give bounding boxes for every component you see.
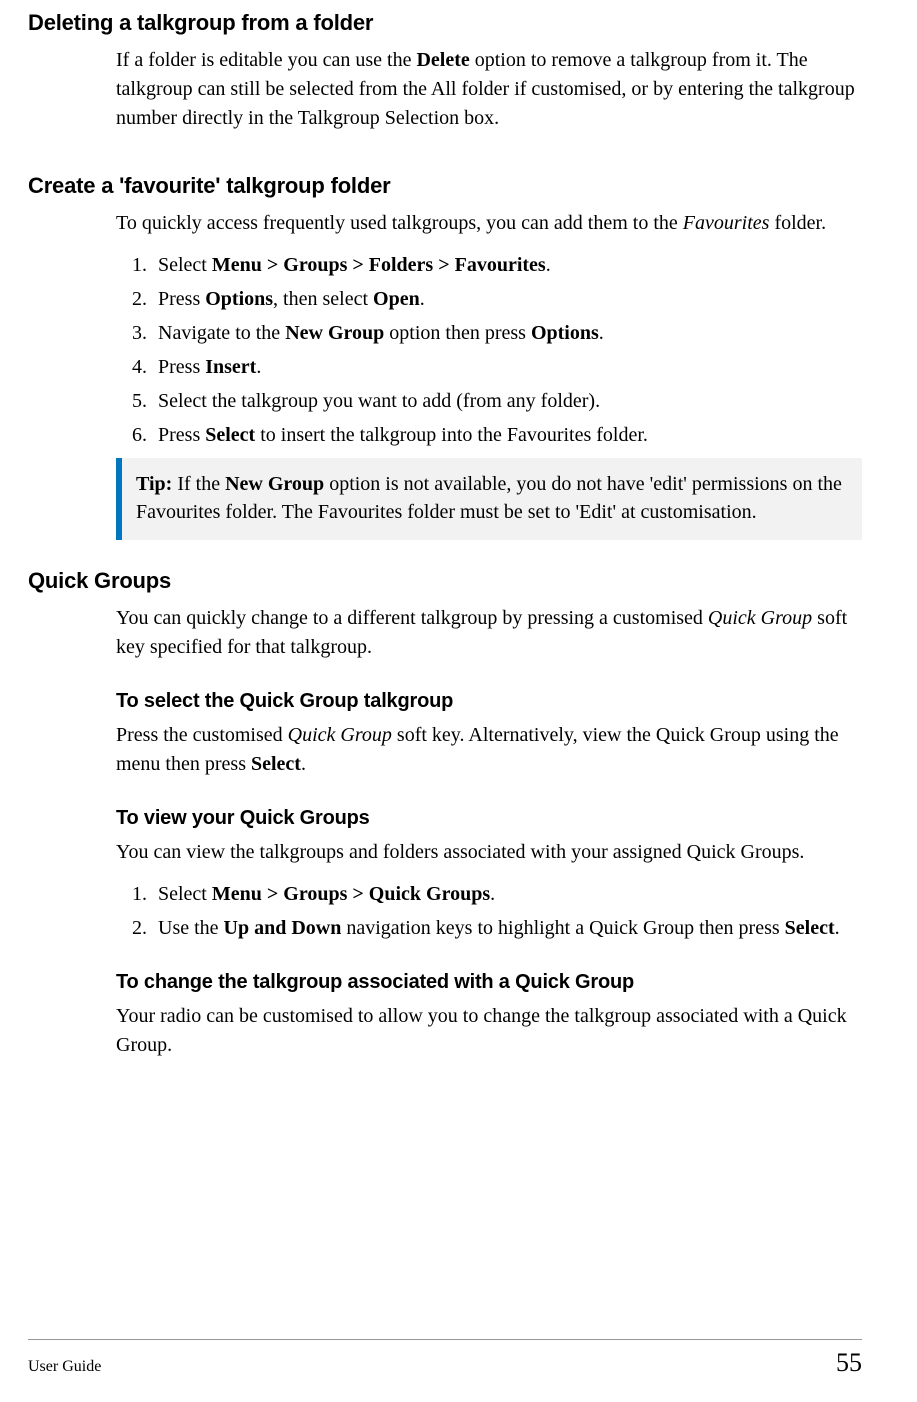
bold: Open [373,288,420,310]
text: . [301,753,306,775]
list-item: Select Menu > Groups > Quick Groups. [152,879,862,909]
list-item: Select the talkgroup you want to add (fr… [152,386,862,416]
page-footer: User Guide 55 [28,1339,862,1378]
bold: Select [785,917,835,939]
para-quick-intro: You can quickly change to a different ta… [116,604,862,662]
text: Press [158,356,205,378]
text: Press [158,424,205,446]
bold: New Group [285,322,384,344]
text: . [835,917,840,939]
text: You can view the talkgroups and folders … [116,841,804,863]
bold-delete: Delete [416,49,469,71]
list-favourite-steps: Select Menu > Groups > Folders > Favouri… [116,250,862,450]
para-select-quick: Press the customised Quick Group soft ke… [116,721,862,779]
list-view-quick-steps: Select Menu > Groups > Quick Groups. Use… [116,879,862,943]
text: Select [158,254,212,276]
text: , then select [273,288,373,310]
text: . [256,356,261,378]
bold: Menu > Groups > Quick Groups [212,883,490,905]
page-content: Deleting a talkgroup from a folder If a … [0,0,917,1060]
italic: Quick Group [288,724,392,746]
text: option then press [384,322,531,344]
bold: Menu > Groups > Folders > Favourites [212,254,546,276]
para-view-quick: You can view the talkgroups and folders … [116,838,862,867]
bold: Select [205,424,255,446]
footer-page-number: 55 [836,1348,862,1378]
subheading-select-quick: To select the Quick Group talkgroup [116,690,862,713]
bold: Up and Down [224,917,342,939]
list-item: Press Insert. [152,352,862,382]
text: To quickly access frequently used talkgr… [116,212,683,234]
subheading-change-quick: To change the talkgroup associated with … [116,971,862,994]
italic-quick-group: Quick Group [708,607,812,629]
list-item: Navigate to the New Group option then pr… [152,318,862,348]
text: Press [158,288,205,310]
text: If the [177,473,225,495]
text: folder. [769,212,826,234]
heading-quick-groups: Quick Groups [28,568,862,594]
text: . [420,288,425,310]
tip-box-favourite: Tip: If the New Group option is not avai… [116,458,862,540]
bold: Select [251,753,301,775]
text: Navigate to the [158,322,285,344]
heading-deleting: Deleting a talkgroup from a folder [28,10,862,36]
tip-label: Tip: [136,473,177,495]
text: . [490,883,495,905]
bold: New Group [225,473,324,495]
para-favourite-intro: To quickly access frequently used talkgr… [116,209,862,238]
text: navigation keys to highlight a Quick Gro… [341,917,784,939]
text: . [599,322,604,344]
footer-doc-title: User Guide [28,1358,101,1376]
para-deleting: If a folder is editable you can use the … [116,46,862,133]
text: . [546,254,551,276]
text: Press the customised [116,724,288,746]
list-item: Press Select to insert the talkgroup int… [152,420,862,450]
text: Use the [158,917,224,939]
list-item: Select Menu > Groups > Folders > Favouri… [152,250,862,280]
bold: Options [205,288,273,310]
text: You can quickly change to a different ta… [116,607,708,629]
text: Your radio can be customised to allow yo… [116,1005,847,1056]
para-change-quick: Your radio can be customised to allow yo… [116,1002,862,1060]
bold: Options [531,322,599,344]
italic-favourites: Favourites [683,212,770,234]
subheading-view-quick: To view your Quick Groups [116,807,862,830]
list-item: Use the Up and Down navigation keys to h… [152,913,862,943]
bold: Insert [205,356,256,378]
text: Select [158,883,212,905]
list-item: Press Options, then select Open. [152,284,862,314]
text: If a folder is editable you can use the [116,49,416,71]
text: Select the talkgroup you want to add (fr… [158,390,600,412]
heading-favourite: Create a 'favourite' talkgroup folder [28,173,862,199]
text: to insert the talkgroup into the Favouri… [255,424,648,446]
